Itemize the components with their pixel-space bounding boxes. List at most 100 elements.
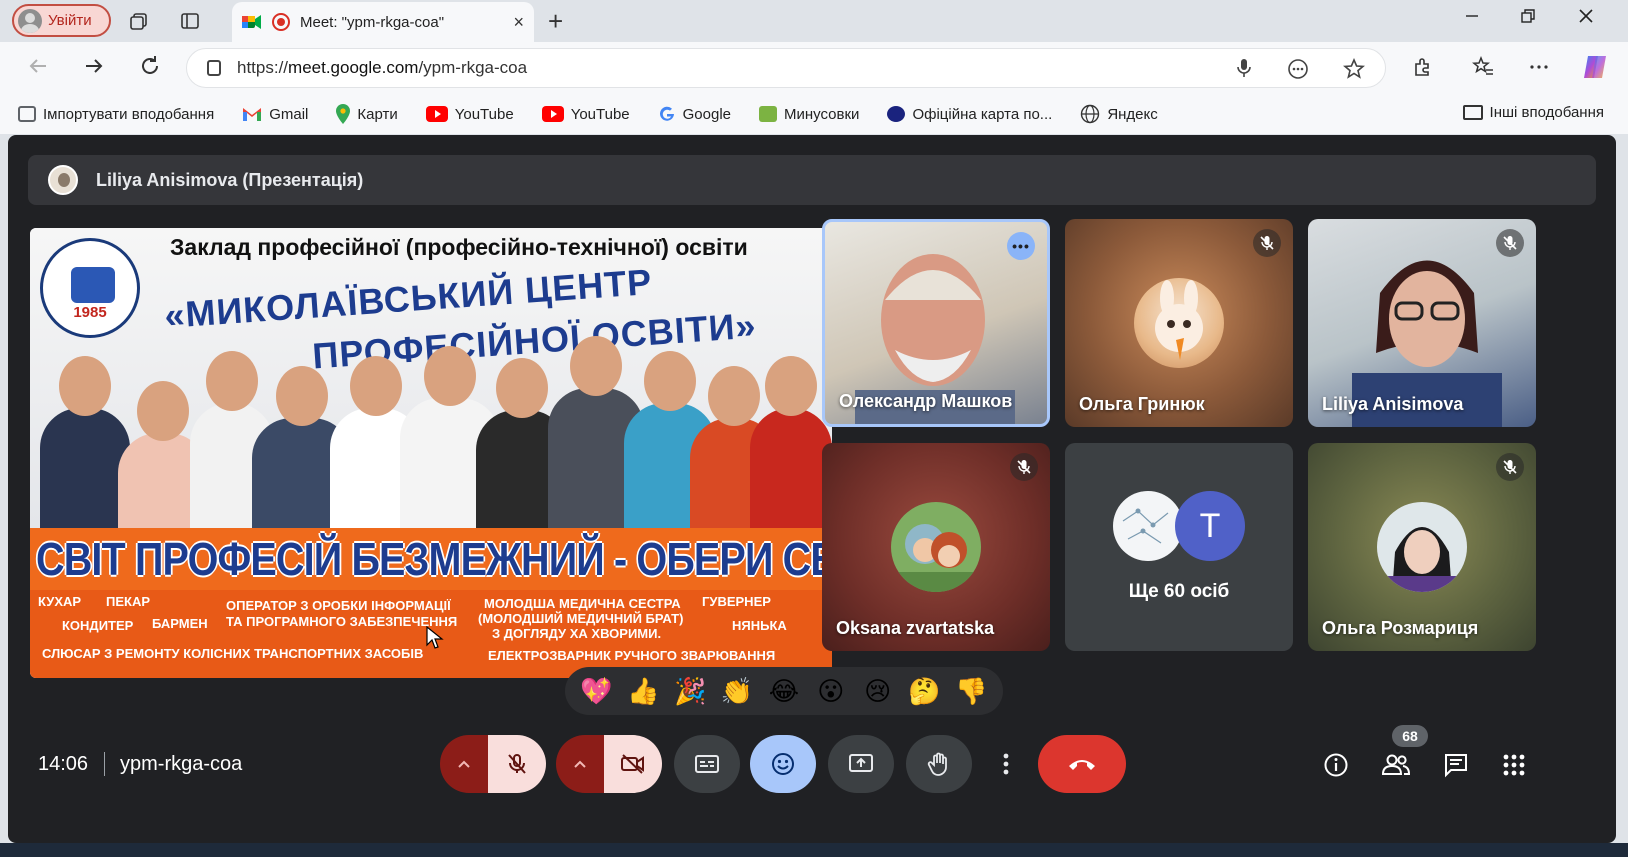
address-bar[interactable]: https://meet.google.com/ypm-rkga-coa [186, 48, 1386, 88]
mic-off-icon [1496, 453, 1524, 481]
leave-call-button[interactable] [1038, 735, 1126, 793]
closed-captions-icon [695, 755, 719, 773]
tab-close-icon[interactable]: × [513, 12, 524, 33]
restore-icon[interactable] [1520, 8, 1536, 29]
emoji-icon [772, 753, 794, 775]
job-label: ТА ПРОГРАМНОГО ЗАБЕЗПЕЧЕННЯ [226, 614, 458, 629]
more-options-button[interactable] [988, 735, 1024, 793]
presenter-label: Liliya Anisimova (Презентація) [96, 169, 364, 190]
participant-tile-2[interactable]: Ольга Гринюк [1065, 219, 1293, 427]
youtube-icon [425, 106, 448, 122]
profile-button[interactable]: Увійти [12, 4, 111, 37]
bookmark-minusovki[interactable]: Минусовки [759, 106, 859, 123]
bookmark-maps[interactable]: Карти [336, 104, 398, 124]
mic-off-icon [508, 754, 526, 774]
captions-button[interactable] [674, 735, 740, 793]
close-window-icon[interactable] [1578, 8, 1594, 29]
mic-toggle-button[interactable] [488, 735, 546, 793]
meeting-code: ypm-rkga-coa [120, 753, 243, 775]
profile-avatar-icon [18, 8, 42, 33]
participant-name: Ольга Гринюк [1079, 394, 1205, 414]
participant-avatar [1377, 502, 1467, 592]
tab-meet[interactable]: Meet: "ypm-rkga-coa" × [232, 2, 534, 42]
meet-logo-icon [242, 14, 262, 30]
chat-button[interactable] [1438, 747, 1474, 783]
reaction-thumbs-down[interactable]: 👎 [951, 671, 991, 711]
reaction-thumbs-up[interactable]: 👍 [623, 671, 663, 711]
reactions-button[interactable] [750, 735, 816, 793]
workspaces-icon[interactable] [126, 8, 152, 34]
reaction-sparkling-heart[interactable]: 💖 [576, 671, 616, 711]
meeting-info-button[interactable] [1318, 747, 1354, 783]
bookmark-import[interactable]: Імпортувати вподобання [18, 106, 214, 123]
raise-hand-icon [927, 752, 947, 776]
new-tab-button[interactable]: + [548, 6, 563, 37]
mic-options-button[interactable] [440, 735, 488, 793]
reload-icon[interactable] [138, 54, 162, 84]
job-label: ГУВЕРНЕР [702, 594, 771, 609]
people-button[interactable] [1378, 747, 1414, 783]
activities-button[interactable] [1496, 747, 1532, 783]
present-screen-button[interactable] [828, 735, 894, 793]
favorites-icon[interactable] [1472, 55, 1494, 84]
url-text: https://meet.google.com/ypm-rkga-coa [237, 58, 528, 77]
bookmark-youtube-2[interactable]: YouTube [541, 106, 630, 123]
other-bookmarks[interactable]: Інші вподобання [1462, 104, 1604, 121]
copilot-icon[interactable] [1580, 52, 1610, 88]
participant-tile-others[interactable]: T Ще 60 осіб [1065, 443, 1293, 651]
participant-name: Олександр Машков [839, 391, 1013, 411]
participant-tile-6[interactable]: Ольга Розмариця [1308, 443, 1536, 651]
job-label: З ДОГЛЯДУ ХА ХВОРИМИ. [492, 626, 662, 641]
slide-slogan-strip: СВІТ ПРОФЕСІЙ БЕЗМЕЖНИЙ - ОБЕРИ СВОЮ! [30, 528, 832, 590]
extensions-icon[interactable] [1412, 56, 1434, 84]
reaction-laugh[interactable]: 😂 [764, 671, 804, 711]
map-badge-icon [887, 106, 906, 122]
presentation-slide[interactable]: 1985 Заклад професійної (професійно-техн… [30, 228, 832, 678]
reaction-clap[interactable]: 👏 [717, 671, 757, 711]
chat-icon [1445, 754, 1467, 778]
bookmark-yandex[interactable]: Яндекс [1080, 104, 1158, 124]
recording-icon [272, 13, 290, 31]
bookmarks-bar: Імпортувати вподобання Gmail Карти YouTu… [0, 94, 1628, 134]
others-count-label: Ще 60 осіб [1128, 581, 1230, 602]
tab-actions-icon[interactable] [177, 8, 203, 34]
end-call-icon [1069, 760, 1095, 770]
tab-title: Meet: "ypm-rkga-coa" [300, 13, 445, 31]
gmail-icon [243, 108, 262, 121]
job-label: ЕЛЕКТРОЗВАРНИК РУЧНОГО ЗВАРЮВАННЯ [488, 648, 776, 663]
apps-grid-icon [1503, 754, 1525, 776]
participant-avatar [1134, 278, 1224, 368]
participant-tile-4[interactable]: Oksana zvartatska [822, 443, 1050, 651]
address-toolbar: https://meet.google.com/ypm-rkga-coa [0, 42, 1628, 94]
raise-hand-button[interactable] [906, 735, 972, 793]
bookmark-youtube-1[interactable]: YouTube [425, 106, 514, 123]
maps-icon [336, 104, 351, 124]
chevron-up-icon [458, 760, 470, 768]
back-icon[interactable] [26, 54, 50, 84]
microphone-icon[interactable] [1235, 58, 1253, 85]
participant-initial-avatar: T [1175, 491, 1245, 561]
settings-more-icon[interactable] [1528, 56, 1550, 84]
participant-avatar [1113, 491, 1183, 561]
reaction-thinking[interactable]: 🤔 [905, 671, 945, 711]
browser-tab-bar: Увійти Meet: "ypm-rkga-coa" × + [0, 0, 1628, 42]
reaction-surprised[interactable]: 😮 [811, 671, 851, 711]
divider [104, 752, 105, 776]
camera-options-button[interactable] [556, 735, 604, 793]
favorite-star-icon[interactable] [1342, 57, 1366, 85]
reaction-party[interactable]: 🎉 [670, 671, 710, 711]
bookmark-gmail[interactable]: Gmail [242, 106, 308, 123]
forward-icon[interactable] [82, 54, 106, 84]
reading-mode-icon[interactable] [1287, 58, 1309, 85]
minimize-icon[interactable] [1464, 8, 1480, 29]
mic-off-icon [1010, 453, 1038, 481]
participant-more-button[interactable]: ••• [1007, 232, 1035, 260]
participant-tile-1[interactable]: ••• Олександр Машков [822, 219, 1050, 427]
reaction-sad[interactable]: 😢 [858, 671, 898, 711]
bookmark-google[interactable]: Google [658, 105, 731, 123]
bookmark-official-map[interactable]: Офіційна карта по... [887, 106, 1052, 123]
presenter-avatar [48, 165, 78, 195]
participant-tile-3[interactable]: Liliya Anisimova [1308, 219, 1536, 427]
site-info-icon[interactable] [207, 60, 221, 76]
camera-toggle-button[interactable] [604, 735, 662, 793]
